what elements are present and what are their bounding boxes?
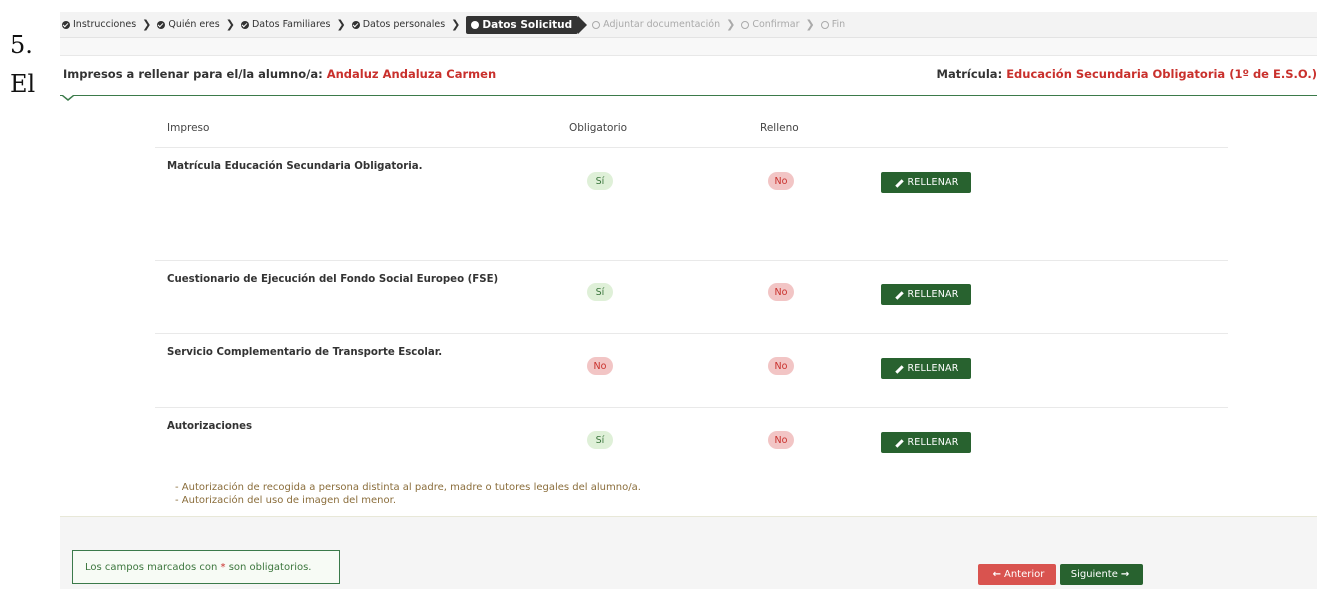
note-suffix: son obligatorios. bbox=[228, 561, 312, 573]
relleno-badge: No bbox=[768, 283, 794, 301]
step-confirmar: Confirmar bbox=[741, 19, 800, 30]
obligatorio-badge: No bbox=[587, 357, 613, 375]
chevron-right-icon: ❯ bbox=[225, 18, 235, 31]
pencil-icon bbox=[894, 364, 904, 374]
step-datos-familiares[interactable]: Datos Familiares bbox=[240, 19, 331, 30]
empty-circle-icon bbox=[741, 20, 750, 29]
form-footer: Los campos marcados con * son obligatori… bbox=[60, 516, 1317, 589]
button-label: RELLENAR bbox=[907, 289, 959, 300]
table-row: Matrícula Educación Secundaria Obligator… bbox=[155, 148, 1228, 261]
check-circle-icon bbox=[62, 20, 70, 29]
step-label: Datos personales bbox=[362, 19, 446, 30]
student-label: Impresos a rellenar para el/la alumno/a: bbox=[63, 67, 323, 81]
arrow-right-icon: → bbox=[1120, 569, 1130, 580]
form-info-header: Impresos a rellenar para el/la alumno/a:… bbox=[60, 60, 1317, 96]
rellenar-button[interactable]: RELLENAR bbox=[881, 284, 971, 305]
anterior-button[interactable]: ← Anterior bbox=[978, 564, 1056, 585]
button-label: Siguiente bbox=[1070, 569, 1118, 580]
chevron-right-icon: ❯ bbox=[805, 18, 815, 31]
enrollment-value: Educación Secundaria Obligatoria (1º de … bbox=[1006, 67, 1317, 81]
form-title: Matrícula Educación Secundaria Obligator… bbox=[167, 161, 423, 172]
step-label: Datos Solicitud bbox=[482, 18, 573, 31]
button-label: Anterior bbox=[1004, 569, 1045, 580]
enrollment-info: Matrícula: Educación Secundaria Obligato… bbox=[937, 67, 1317, 81]
step-adjuntar-documentacion: Adjuntar documentación bbox=[592, 19, 720, 30]
step-fin: Fin bbox=[820, 19, 846, 30]
check-circle-icon bbox=[157, 20, 166, 29]
relleno-badge: No bbox=[768, 357, 794, 375]
table-row: Autorizaciones Sí No RELLENAR - Autoriza… bbox=[155, 408, 1228, 518]
step-instrucciones[interactable]: Instrucciones bbox=[62, 19, 136, 30]
step-label: Quién eres bbox=[168, 19, 220, 30]
check-circle-icon bbox=[240, 20, 249, 29]
rellenar-button[interactable]: RELLENAR bbox=[881, 358, 971, 379]
button-label: RELLENAR bbox=[907, 437, 959, 448]
current-step-dot-icon bbox=[471, 20, 480, 29]
step-label: Fin bbox=[831, 19, 846, 30]
chevron-right-icon: ❯ bbox=[142, 18, 152, 31]
student-info: Impresos a rellenar para el/la alumno/a:… bbox=[63, 67, 496, 81]
form-title: Cuestionario de Ejecución del Fondo Soci… bbox=[167, 274, 499, 285]
step-datos-solicitud-active[interactable]: Datos Solicitud bbox=[466, 15, 587, 34]
step-label: Datos Familiares bbox=[251, 19, 331, 30]
relleno-badge: No bbox=[768, 431, 794, 449]
form-title: Autorizaciones bbox=[167, 421, 253, 432]
step-label: Adjuntar documentación bbox=[603, 19, 721, 30]
column-header-impreso: Impreso bbox=[167, 122, 210, 134]
side-text-number: 5. bbox=[10, 31, 33, 59]
form-title: Servicio Complementario de Transporte Es… bbox=[167, 347, 443, 358]
column-header-relleno: Relleno bbox=[760, 122, 799, 134]
step-datos-personales[interactable]: Datos personales bbox=[351, 19, 446, 30]
obligatorio-badge: Sí bbox=[587, 431, 613, 449]
breadcrumb-underbar bbox=[60, 38, 1317, 56]
authorization-note: - Autorización del uso de imagen del men… bbox=[175, 495, 397, 506]
column-header-obligatorio: Obligatorio bbox=[569, 122, 628, 134]
pencil-icon bbox=[894, 178, 904, 188]
table-row: Cuestionario de Ejecución del Fondo Soci… bbox=[155, 261, 1228, 334]
chevron-right-icon: ❯ bbox=[336, 18, 346, 31]
pencil-icon bbox=[894, 438, 904, 448]
authorization-notes: - Autorización de recogida a persona dis… bbox=[175, 481, 641, 507]
button-label: RELLENAR bbox=[907, 363, 959, 374]
obligatorio-badge: Sí bbox=[587, 283, 613, 301]
chevron-right-icon: ❯ bbox=[451, 18, 461, 31]
enrollment-label: Matrícula: bbox=[936, 67, 1003, 81]
empty-circle-icon bbox=[592, 20, 601, 29]
step-label: Instrucciones bbox=[73, 19, 137, 30]
rellenar-button[interactable]: RELLENAR bbox=[881, 172, 971, 193]
relleno-badge: No bbox=[768, 172, 794, 190]
wizard-breadcrumb: Instrucciones ❯ Quién eres ❯ Datos Famil… bbox=[60, 12, 1317, 38]
check-circle-icon bbox=[351, 20, 360, 29]
chevron-right-icon: ❯ bbox=[726, 18, 736, 31]
authorization-note: - Autorización de recogida a persona dis… bbox=[175, 482, 641, 493]
button-label: RELLENAR bbox=[907, 177, 959, 188]
required-asterisk: * bbox=[220, 561, 226, 573]
side-text-word: El bbox=[10, 70, 36, 98]
student-name: Andaluz Andaluza Carmen bbox=[326, 67, 497, 81]
table-row: Servicio Complementario de Transporte Es… bbox=[155, 334, 1228, 408]
siguiente-button[interactable]: Siguiente → bbox=[1060, 564, 1143, 585]
header-notch bbox=[62, 95, 74, 101]
required-fields-note: Los campos marcados con * son obligatori… bbox=[72, 550, 340, 584]
note-prefix: Los campos marcados con bbox=[85, 561, 218, 573]
empty-circle-icon bbox=[820, 20, 829, 29]
pencil-icon bbox=[894, 290, 904, 300]
obligatorio-badge: Sí bbox=[587, 172, 613, 190]
rellenar-button[interactable]: RELLENAR bbox=[881, 432, 971, 453]
arrow-left-icon: ← bbox=[992, 569, 1001, 580]
step-quien-eres[interactable]: Quién eres bbox=[157, 19, 220, 30]
step-label: Confirmar bbox=[752, 19, 800, 30]
